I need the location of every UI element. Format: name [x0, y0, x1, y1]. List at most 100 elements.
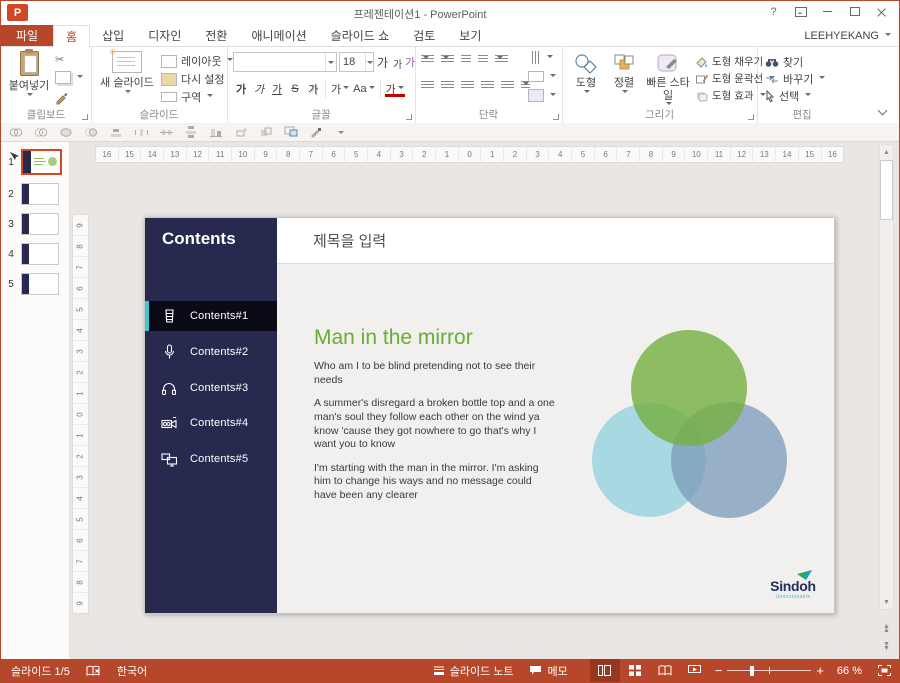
- tab-transitions[interactable]: 전환: [193, 25, 239, 46]
- notes-button[interactable]: 슬라이드 노트: [425, 659, 522, 682]
- numbering-button[interactable]: [441, 55, 454, 64]
- vertical-scrollbar[interactable]: ▲ ▼ ▲▲ ▼▼: [879, 144, 894, 656]
- slide-indicator[interactable]: 슬라이드 1/5: [1, 659, 78, 682]
- paragraph-dialog-launcher[interactable]: [553, 114, 559, 120]
- shape-fragment-icon[interactable]: [59, 125, 73, 139]
- reset-button[interactable]: 다시 설정: [161, 71, 225, 87]
- align-text-button[interactable]: [528, 71, 556, 82]
- align-right-button[interactable]: [461, 81, 474, 90]
- thumbnail-slide-3[interactable]: 3: [1, 213, 69, 235]
- justify-button[interactable]: [481, 81, 494, 90]
- font-size-combo[interactable]: [339, 52, 374, 72]
- font-dialog-launcher[interactable]: [406, 114, 412, 120]
- close-icon[interactable]: [868, 2, 895, 21]
- font-size-dropdown-icon[interactable]: [365, 53, 373, 71]
- fit-slide-button[interactable]: [870, 659, 899, 682]
- thumbnail-slide-2[interactable]: 2: [1, 183, 69, 205]
- copy-button[interactable]: [55, 71, 83, 84]
- slide-canvas[interactable]: Contents Contents#1 Contents#2: [144, 217, 835, 614]
- select-button[interactable]: 선택: [765, 88, 811, 104]
- font-name-input[interactable]: [234, 56, 325, 68]
- change-case-button[interactable]: Aa: [352, 81, 375, 97]
- thumbnail-slide-1[interactable]: 1: [1, 149, 69, 175]
- next-slide-button[interactable]: ▼▼: [879, 640, 894, 654]
- rotate-icon[interactable]: [234, 125, 248, 139]
- maximize-icon[interactable]: [841, 2, 868, 21]
- slideshow-view-button[interactable]: [680, 659, 710, 682]
- layout-button[interactable]: 레이아웃: [161, 53, 233, 69]
- scroll-up-icon[interactable]: ▲: [879, 145, 894, 159]
- arrange-button[interactable]: 정렬: [607, 53, 641, 96]
- find-button[interactable]: 찾기: [765, 54, 803, 70]
- text-direction-button[interactable]: [528, 53, 553, 62]
- tab-view[interactable]: 보기: [447, 25, 493, 46]
- tab-review[interactable]: 검토: [401, 25, 447, 46]
- slide-sidebar[interactable]: Contents Contents#1 Contents#2: [145, 218, 277, 613]
- edit-points-icon[interactable]: [309, 125, 323, 139]
- paste-button[interactable]: 붙여넣기: [7, 51, 51, 99]
- slide-body-text[interactable]: Who am I to be blind pretending not to s…: [314, 360, 556, 513]
- spell-check-button[interactable]: [78, 659, 109, 682]
- tab-home[interactable]: 홈: [53, 25, 90, 47]
- shape-union-icon[interactable]: [9, 125, 23, 139]
- zoom-slider-thumb[interactable]: [750, 666, 754, 676]
- align-left-button[interactable]: [421, 81, 434, 90]
- increase-indent-button[interactable]: [478, 55, 488, 64]
- tab-file[interactable]: 파일: [1, 25, 53, 46]
- normal-view-button[interactable]: [590, 659, 620, 682]
- thumbnail-slide-4[interactable]: 4: [1, 243, 69, 265]
- powerpoint-app-icon[interactable]: P: [7, 4, 28, 21]
- italic-button[interactable]: 가: [251, 81, 267, 97]
- thumbnail-image[interactable]: [21, 213, 59, 235]
- distribute-vertical-icon[interactable]: [159, 125, 173, 139]
- thumbnail-slide-5[interactable]: 5: [1, 273, 69, 295]
- menu-item-contents1[interactable]: Contents#1: [145, 301, 277, 331]
- zoom-out-button[interactable]: −: [710, 663, 728, 678]
- previous-slide-button[interactable]: ▲▲: [879, 622, 894, 636]
- scrollbar-thumb[interactable]: [880, 160, 893, 220]
- shapes-button[interactable]: 도형: [569, 53, 603, 96]
- menu-item-contents3[interactable]: Contents#3: [145, 373, 277, 403]
- font-size-input[interactable]: [340, 56, 365, 68]
- convert-smartart-button[interactable]: [528, 89, 556, 102]
- font-name-dropdown-icon[interactable]: [325, 53, 336, 71]
- qat-customize-icon[interactable]: [334, 125, 348, 139]
- align-bottom-icon[interactable]: [209, 125, 223, 139]
- venn-circle-green[interactable]: [631, 330, 747, 446]
- menu-item-contents2[interactable]: Contents#2: [145, 337, 277, 367]
- cut-button[interactable]: ✂: [55, 53, 64, 66]
- slide-content-area[interactable]: Man in the mirror Who am I to be blind p…: [277, 264, 834, 613]
- tab-insert[interactable]: 삽입: [90, 25, 136, 46]
- new-slide-button[interactable]: ✳ 새 슬라이드: [99, 51, 155, 96]
- font-color-button[interactable]: 가: [385, 81, 405, 97]
- language-button[interactable]: 한국어: [109, 659, 155, 682]
- line-spacing-button[interactable]: [495, 55, 508, 64]
- zoom-level[interactable]: 66 %: [829, 659, 870, 682]
- scroll-down-icon[interactable]: ▼: [879, 595, 894, 609]
- section-button[interactable]: 구역: [161, 89, 213, 105]
- reading-view-button[interactable]: [650, 659, 680, 682]
- thumbnail-image[interactable]: [21, 273, 59, 295]
- vertical-ruler[interactable]: 9876543210123456789: [72, 214, 89, 614]
- bring-forward-icon[interactable]: [259, 125, 273, 139]
- align-center-button[interactable]: [441, 81, 454, 90]
- align-center-icon[interactable]: [109, 125, 123, 139]
- thumbnail-image[interactable]: [21, 149, 62, 175]
- shrink-font-button[interactable]: 가: [393, 56, 402, 71]
- tab-design[interactable]: 디자인: [136, 25, 193, 46]
- replace-button[interactable]: 바꾸기: [765, 71, 825, 87]
- character-spacing-button[interactable]: 가: [330, 81, 350, 97]
- sindoh-logo[interactable]: Sindoh Unmistakable: [762, 570, 824, 600]
- thumbnail-image[interactable]: [21, 243, 59, 265]
- help-icon[interactable]: ?: [760, 2, 787, 21]
- shape-combine-icon[interactable]: [34, 125, 48, 139]
- zoom-in-button[interactable]: +: [811, 663, 829, 678]
- tab-slideshow[interactable]: 슬라이드 쇼: [319, 25, 402, 46]
- shape-intersect-icon[interactable]: [84, 125, 98, 139]
- text-shadow-button[interactable]: 가: [305, 81, 321, 97]
- slide-title-placeholder[interactable]: 제목을 입력: [313, 230, 386, 251]
- grow-font-button[interactable]: 가: [377, 54, 388, 71]
- distribute-horizontal-icon[interactable]: [134, 125, 148, 139]
- menu-item-contents5[interactable]: Contents#5: [145, 444, 277, 474]
- font-name-combo[interactable]: [233, 52, 337, 72]
